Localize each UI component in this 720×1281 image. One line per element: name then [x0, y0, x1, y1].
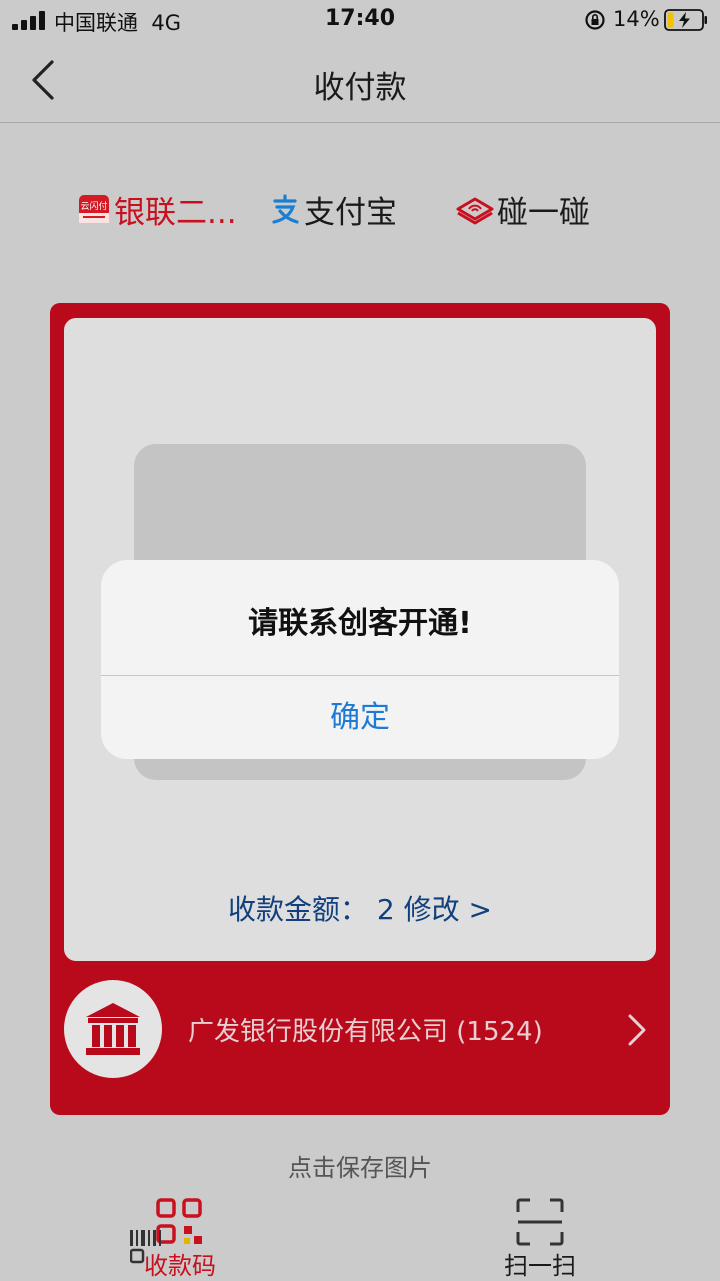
alert-dialog: 请联系创客开通! 确定	[101, 560, 619, 759]
tap-pay-icon	[456, 197, 494, 225]
scan-icon	[516, 1198, 564, 1246]
amount-value: 2	[376, 893, 395, 926]
bank-name: 广发银行股份有限公司 (1524)	[188, 1017, 543, 1047]
bank-account-selector[interactable]: 广发银行股份有限公司 (1524)	[50, 978, 670, 1082]
method-unionpay[interactable]: 云闪付 银联二...	[79, 185, 237, 233]
edit-amount-link[interactable]: 修改 >	[404, 893, 492, 926]
method-alipay[interactable]: 支付宝	[268, 185, 397, 233]
battery-charging-icon	[664, 9, 707, 31]
bank-building-icon	[86, 1003, 140, 1055]
dialog-message: 请联系创客开通!	[248, 606, 472, 641]
method-unionpay-label: 银联二...	[114, 194, 237, 231]
unionpay-icon: 云闪付	[79, 195, 109, 223]
amount-label: 收款金额：	[227, 893, 368, 926]
rotation-lock-icon	[585, 10, 605, 30]
payment-methods: 云闪付 银联二... 支付宝 碰一碰	[0, 185, 720, 233]
method-tap-pay[interactable]: 碰一碰	[455, 185, 590, 233]
tab-scan-label: 扫一扫	[504, 1252, 576, 1280]
save-image-hint[interactable]: 点击保存图片	[0, 1148, 720, 1183]
page-title: 收付款	[313, 70, 407, 106]
tab-bar: 收款码 扫一扫	[0, 1190, 720, 1280]
tab-scan[interactable]: 扫一扫	[450, 1190, 630, 1280]
dialog-confirm-button[interactable]: 确定	[101, 676, 619, 759]
method-tap-pay-label: 碰一碰	[497, 194, 590, 231]
status-time: 17:40	[324, 6, 396, 31]
alipay-icon	[272, 194, 299, 224]
tab-receive-code-label: 收款码	[144, 1252, 216, 1280]
nav-bar: 收付款	[0, 42, 720, 123]
amount-row[interactable]: 收款金额： 2 修改 >	[64, 888, 656, 928]
method-alipay-label: 支付宝	[304, 194, 397, 231]
bank-logo	[64, 980, 162, 1078]
tab-receive-code[interactable]: 收款码	[90, 1190, 270, 1280]
chevron-right-icon	[628, 1014, 646, 1046]
battery-percentage: 14%	[613, 7, 660, 31]
unionpay-badge-text: 云闪付	[80, 201, 107, 212]
status-bar: 中国联通 4G 17:40 14%	[0, 0, 720, 42]
